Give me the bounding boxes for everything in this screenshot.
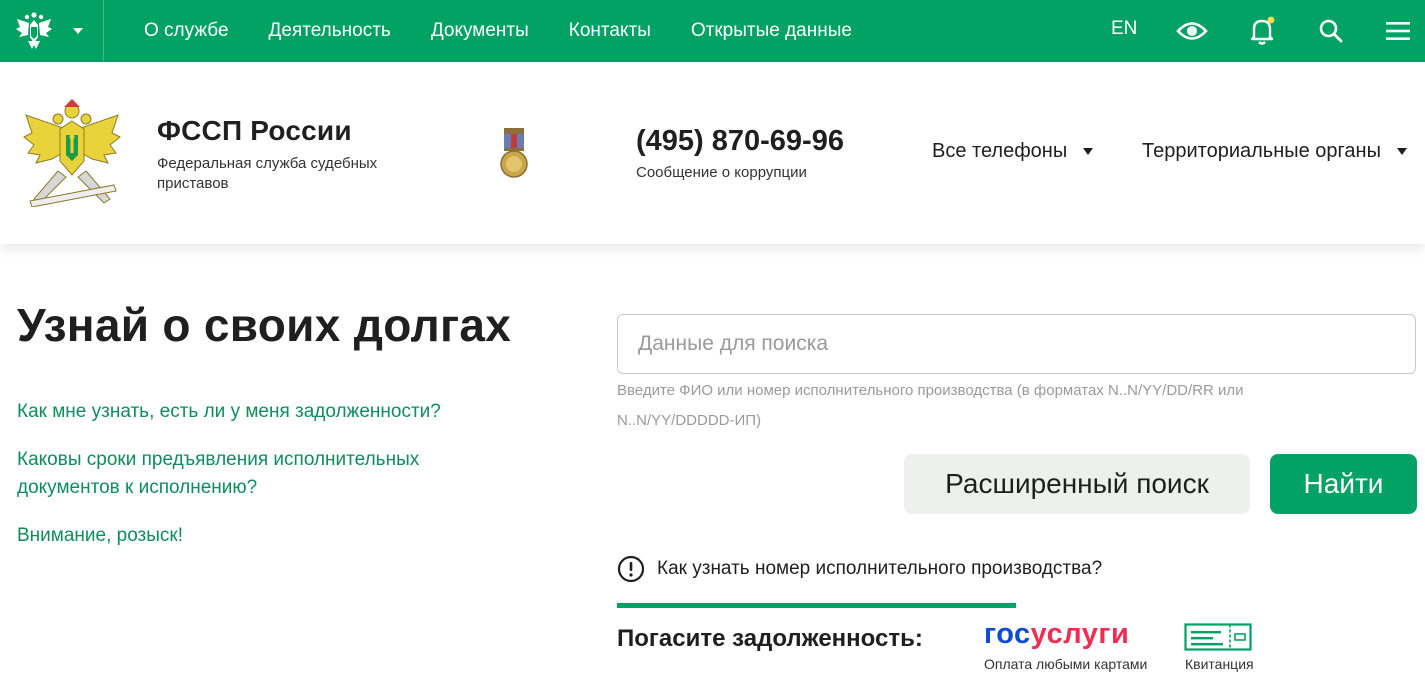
nav-item-activity[interactable]: Деятельность [269,20,391,42]
gosuslugi-logo-part2: услуги [1030,618,1130,650]
language-switch[interactable]: EN [1111,18,1137,40]
nav-divider [103,0,104,62]
notifications-button[interactable] [1245,14,1279,48]
nav-item-contacts[interactable]: Контакты [569,20,651,42]
chevron-down-icon[interactable] [72,26,84,36]
gosuslugi-caption: Оплата любыми картами [984,656,1148,672]
medal-icon [500,128,528,178]
receipt-icon[interactable] [1184,623,1252,651]
menu-button[interactable] [1381,14,1415,48]
org-subtitle: Федеральная служба судебных приставов [157,155,378,192]
advanced-search-button[interactable]: Расширенный поиск [904,454,1250,514]
caret-down-icon [1083,148,1094,155]
site-header: ФССП России Федеральная служба судебных … [0,62,1425,244]
payment-title: Погасите задолженность: [617,625,923,652]
gosuslugi-logo[interactable]: госуслуги [984,618,1129,651]
nav-item-open-data[interactable]: Открытые данные [691,20,852,42]
faq-link-deadlines[interactable]: Каковы сроки предъявления исполнительных… [17,446,457,502]
org-title: ФССП России [157,115,352,146]
accessibility-button[interactable] [1175,14,1209,48]
fssp-emblem-logo[interactable] [22,99,122,207]
top-navbar: О службе Деятельность Документы Контакты… [0,0,1425,62]
search-icon [1319,19,1343,43]
bell-icon [1250,16,1275,45]
territorial-dropdown[interactable]: Территориальные органы [1142,140,1407,163]
all-phones-dropdown[interactable]: Все телефоны [932,140,1094,163]
russian-emblem-icon[interactable] [14,11,54,51]
search-input[interactable] [617,314,1416,374]
phone-number[interactable]: (495) 870-69-96 [636,125,844,158]
nav-item-about[interactable]: О службе [144,20,229,42]
receipt-caption[interactable]: Квитанция [1185,656,1254,672]
main-nav: О службе Деятельность Документы Контакты… [144,0,892,62]
all-phones-label: Все телефоны [932,140,1068,162]
gosuslugi-logo-part1: гос [984,618,1031,650]
faq-link-debts[interactable]: Как мне узнать, есть ли у меня задолженн… [17,398,487,426]
eye-icon [1176,22,1208,40]
caret-down-icon [1396,148,1407,155]
territorial-label: Территориальные органы [1142,140,1381,162]
how-to-find-link[interactable]: Как узнать номер исполнительного произво… [617,555,1102,583]
nav-item-documents[interactable]: Документы [431,20,529,42]
find-button[interactable]: Найти [1270,454,1417,514]
section-divider [617,603,1016,608]
search-hint: Введите ФИО или номер исполнительного пр… [617,382,1244,429]
exclamation-circle-icon [617,555,645,583]
how-to-find-label: Как узнать номер исполнительного произво… [657,558,1103,579]
menu-icon [1386,22,1410,40]
page-title: Узнай о своих долгах [17,299,512,351]
search-button[interactable] [1314,14,1348,48]
faq-link-wanted[interactable]: Внимание, розыск! [17,522,487,550]
phone-caption: Сообщение о коррупции [636,164,807,181]
